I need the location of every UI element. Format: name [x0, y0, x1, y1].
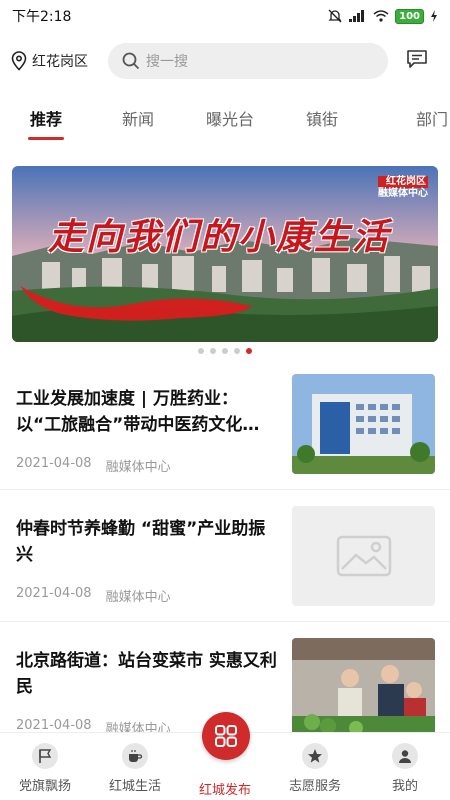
tab-news[interactable]: 新闻: [92, 100, 184, 144]
message-icon: [407, 50, 427, 68]
user-icon: [392, 743, 418, 769]
status-bar: 下午2:18 100: [0, 0, 450, 32]
list-item[interactable]: 工业发展加速度 | 万胜药业：以“工旅融合”带动中医药文化… 2021-04-0…: [0, 362, 450, 490]
brand-line-1: 红花岗区: [378, 176, 428, 188]
nav-label: 志愿服务: [288, 779, 341, 794]
nav-city-life[interactable]: 红城生活: [90, 733, 180, 800]
nav-label: 党旗飘扬: [18, 779, 71, 794]
flag-icon: [32, 743, 58, 769]
grid-apps-icon: [215, 725, 237, 747]
list-item[interactable]: 仲春时节养蜂勤 “甜蜜”产业助振兴 2021-04-08 融媒体中心: [0, 492, 450, 622]
search-placeholder: 搜一搜: [146, 54, 188, 70]
building-image: [292, 374, 435, 474]
market-image: [292, 638, 435, 738]
article-thumbnail-placeholder: [292, 506, 435, 606]
nav-label: 我的: [391, 779, 418, 794]
center-publish-button[interactable]: [202, 712, 250, 760]
article-meta: 2021-04-08 融媒体中心: [16, 586, 171, 605]
article-source: 融媒体中心: [105, 460, 171, 475]
article-source: 融媒体中心: [105, 590, 171, 605]
carousel-dot[interactable]: [222, 348, 228, 354]
category-tabs: 推荐 新闻 曝光台 镇街 部门: [0, 100, 450, 144]
wifi-icon: [373, 10, 389, 22]
coffee-icon: [122, 743, 148, 769]
nav-label: 红城生活: [108, 779, 161, 794]
article-thumbnail: [292, 374, 435, 474]
article-title: 仲春时节养蜂勤 “甜蜜”产业助振兴: [16, 519, 266, 565]
search-input[interactable]: 搜一搜: [108, 43, 388, 79]
nav-party-flag[interactable]: 党旗飘扬: [0, 733, 90, 800]
star-icon: [302, 743, 328, 769]
status-icons: 100: [327, 8, 438, 24]
article-thumbnail: [292, 638, 435, 738]
tab-recommend[interactable]: 推荐: [0, 100, 92, 144]
banner-brand-logo: 红花岗区 融媒体中心: [378, 176, 428, 200]
tab-departments[interactable]: 部门: [368, 100, 448, 144]
carousel-dot[interactable]: [234, 348, 240, 354]
location-selector[interactable]: 红花岗区: [10, 51, 102, 71]
signal-icon: [349, 10, 365, 22]
tab-exposure[interactable]: 曝光台: [184, 100, 276, 144]
status-time: 下午2:18: [12, 9, 72, 25]
banner-carousel[interactable]: 红花岗区 融媒体中心 走向我们的小康生活: [12, 166, 438, 342]
carousel-indicator: [0, 348, 450, 354]
brand-line-2: 融媒体中心: [378, 188, 428, 199]
carousel-dot[interactable]: [210, 348, 216, 354]
article-date: 2021-04-08: [16, 586, 92, 601]
banner-title: 走向我们的小康生活: [48, 216, 391, 258]
nav-volunteer[interactable]: 志愿服务: [270, 733, 360, 800]
location-pin-icon: [11, 51, 27, 71]
article-title: 工业发展加速度 | 万胜药业：以“工旅融合”带动中医药文化…: [16, 389, 260, 435]
article-meta: 2021-04-08 融媒体中心: [16, 456, 171, 475]
article-title: 北京路街道：站台变菜市 实惠又利民: [16, 651, 277, 697]
article-date: 2021-04-08: [16, 456, 92, 471]
mute-icon: [328, 9, 342, 23]
image-placeholder-icon: [336, 535, 391, 577]
carousel-dot[interactable]: [198, 348, 204, 354]
carousel-dot-active[interactable]: [246, 348, 252, 354]
header: 红花岗区 搜一搜: [0, 42, 450, 80]
charging-icon: [431, 10, 437, 22]
tab-towns[interactable]: 镇街: [276, 100, 368, 144]
message-button[interactable]: [406, 49, 428, 73]
search-icon: [122, 52, 140, 70]
nav-mine[interactable]: 我的: [360, 733, 450, 800]
location-label: 红花岗区: [32, 54, 88, 70]
battery-indicator: 100: [395, 8, 424, 24]
nav-label: 红城发布: [198, 783, 251, 798]
